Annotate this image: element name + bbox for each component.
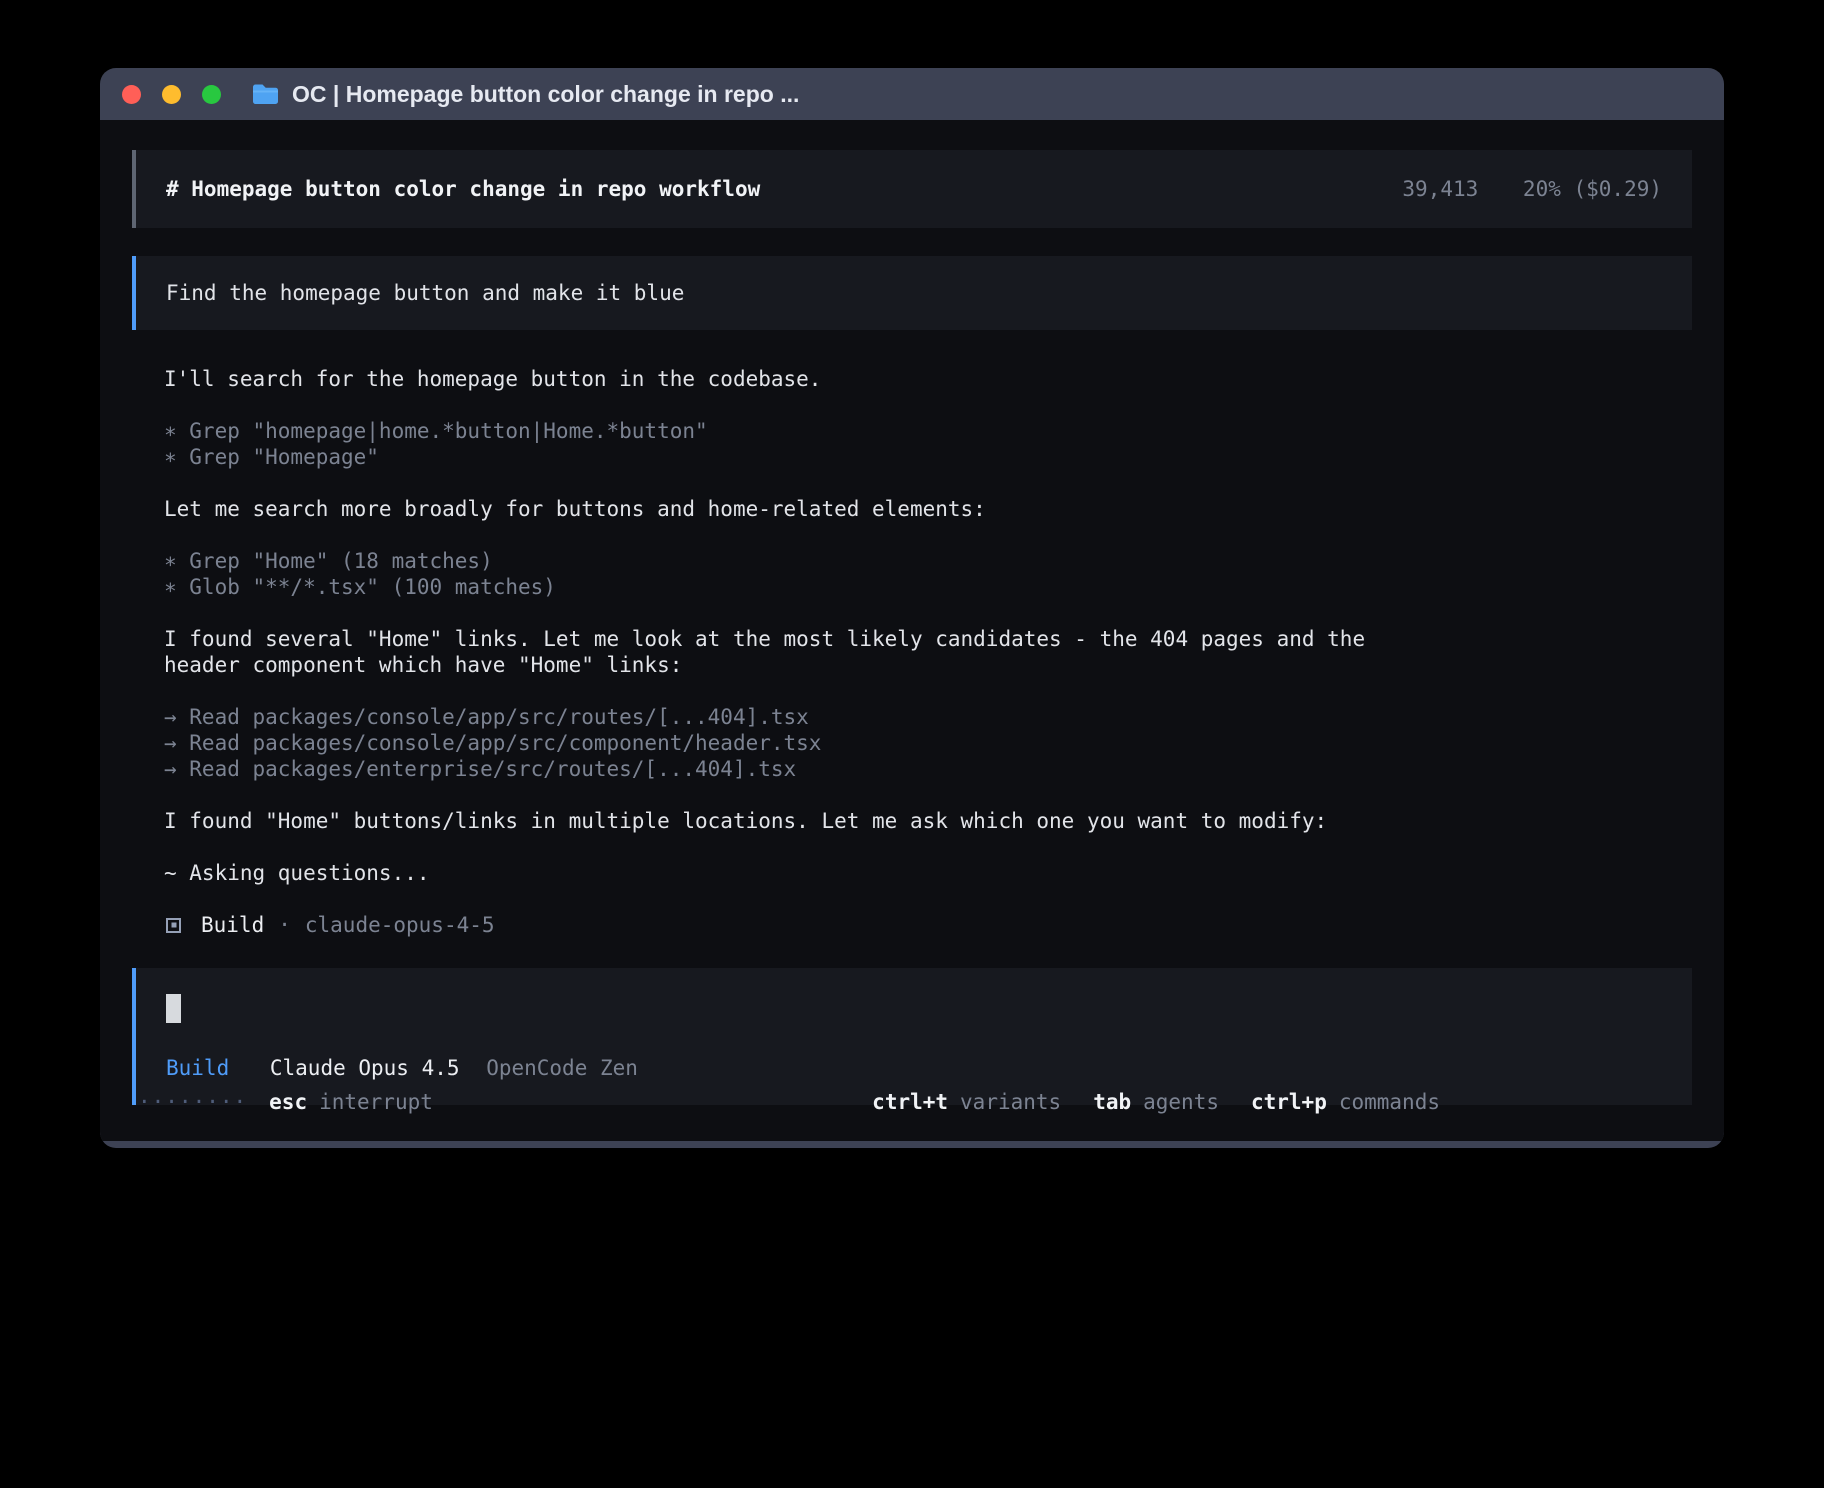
tool-call-group: ∗ Grep "homepage|home.*button|Home.*butt… bbox=[164, 418, 1414, 470]
tab-key: tab bbox=[1093, 1089, 1131, 1115]
assistant-text: Let me search more broadly for buttons a… bbox=[164, 496, 1414, 522]
status-left: ········ esc interrupt bbox=[138, 1089, 433, 1115]
tool-call-line: ∗ Grep "homepage|home.*button|Home.*butt… bbox=[164, 418, 1414, 444]
zoom-button[interactable] bbox=[202, 85, 221, 104]
token-count: 39,413 bbox=[1402, 177, 1478, 201]
close-button[interactable] bbox=[122, 85, 141, 104]
assistant-text: I found "Home" buttons/links in multiple… bbox=[164, 808, 1414, 834]
agent-name: Build bbox=[201, 912, 264, 938]
agent-icon bbox=[166, 918, 181, 933]
commands-hint: ctrl+p commands bbox=[1251, 1089, 1440, 1115]
assistant-response: I'll search for the homepage button in t… bbox=[164, 366, 1414, 938]
user-message-text: Find the homepage button and make it blu… bbox=[166, 281, 684, 305]
variants-label: variants bbox=[960, 1089, 1061, 1115]
input-meta: Build Claude Opus 4.5 OpenCode Zen bbox=[166, 1055, 1662, 1081]
model-name[interactable]: Claude Opus 4.5 bbox=[270, 1056, 460, 1080]
ctrl-t-key: ctrl+t bbox=[872, 1089, 948, 1115]
tool-call-line: ∗ Glob "**/*.tsx" (100 matches) bbox=[164, 574, 1414, 600]
variants-hint: ctrl+t variants bbox=[872, 1089, 1061, 1115]
agent-model: claude-opus-4-5 bbox=[305, 912, 495, 938]
window-title: OC | Homepage button color change in rep… bbox=[292, 81, 799, 108]
text-cursor bbox=[166, 994, 181, 1023]
user-message: Find the homepage button and make it blu… bbox=[132, 256, 1692, 330]
minimize-button[interactable] bbox=[162, 85, 181, 104]
tool-call-line: ∗ Grep "Homepage" bbox=[164, 444, 1414, 470]
prompt-input[interactable]: Build Claude Opus 4.5 OpenCode Zen bbox=[132, 968, 1692, 1105]
status-bar: ········ esc interrupt ctrl+t variants t… bbox=[138, 1089, 1440, 1115]
status-right: ctrl+t variants tab agents ctrl+p comman… bbox=[872, 1089, 1440, 1115]
tool-call-line: → Read packages/console/app/src/routes/[… bbox=[164, 704, 1414, 730]
tool-call-line: → Read packages/enterprise/src/routes/[.… bbox=[164, 756, 1414, 782]
app-window: OC | Homepage button color change in rep… bbox=[100, 68, 1724, 1148]
folder-icon bbox=[251, 83, 279, 105]
terminal-area: # Homepage button color change in repo w… bbox=[100, 120, 1724, 1141]
spinner-dots: ········ bbox=[138, 1089, 247, 1115]
assistant-text: I found several "Home" links. Let me loo… bbox=[164, 626, 1414, 678]
session-meta: 39,413 20% ($0.29) bbox=[1402, 176, 1662, 202]
agent-separator: · bbox=[278, 912, 291, 938]
assistant-status: ~ Asking questions... bbox=[164, 860, 1414, 886]
provider-name: OpenCode Zen bbox=[486, 1056, 638, 1080]
interrupt-label: interrupt bbox=[319, 1089, 433, 1115]
context-usage: 20% ($0.29) bbox=[1523, 177, 1662, 201]
agent-mode-label[interactable]: Build bbox=[166, 1056, 229, 1080]
agents-hint: tab agents bbox=[1093, 1089, 1219, 1115]
window-titlebar: OC | Homepage button color change in rep… bbox=[100, 68, 1724, 120]
tool-call-line: ∗ Grep "Home" (18 matches) bbox=[164, 548, 1414, 574]
agent-attribution: Build · claude-opus-4-5 bbox=[164, 912, 1414, 938]
interrupt-hint: esc interrupt bbox=[269, 1089, 433, 1115]
tool-call-group: → Read packages/console/app/src/routes/[… bbox=[164, 704, 1414, 782]
esc-key: esc bbox=[269, 1089, 307, 1115]
session-title: # Homepage button color change in repo w… bbox=[166, 176, 760, 202]
assistant-text: I'll search for the homepage button in t… bbox=[164, 366, 1414, 392]
ctrl-p-key: ctrl+p bbox=[1251, 1089, 1327, 1115]
tool-call-group: ∗ Grep "Home" (18 matches) ∗ Glob "**/*.… bbox=[164, 548, 1414, 600]
session-header: # Homepage button color change in repo w… bbox=[132, 150, 1692, 228]
tool-call-line: → Read packages/console/app/src/componen… bbox=[164, 730, 1414, 756]
agents-label: agents bbox=[1143, 1089, 1219, 1115]
window-title-group: OC | Homepage button color change in rep… bbox=[251, 81, 799, 108]
commands-label: commands bbox=[1339, 1089, 1440, 1115]
traffic-lights bbox=[122, 85, 221, 104]
